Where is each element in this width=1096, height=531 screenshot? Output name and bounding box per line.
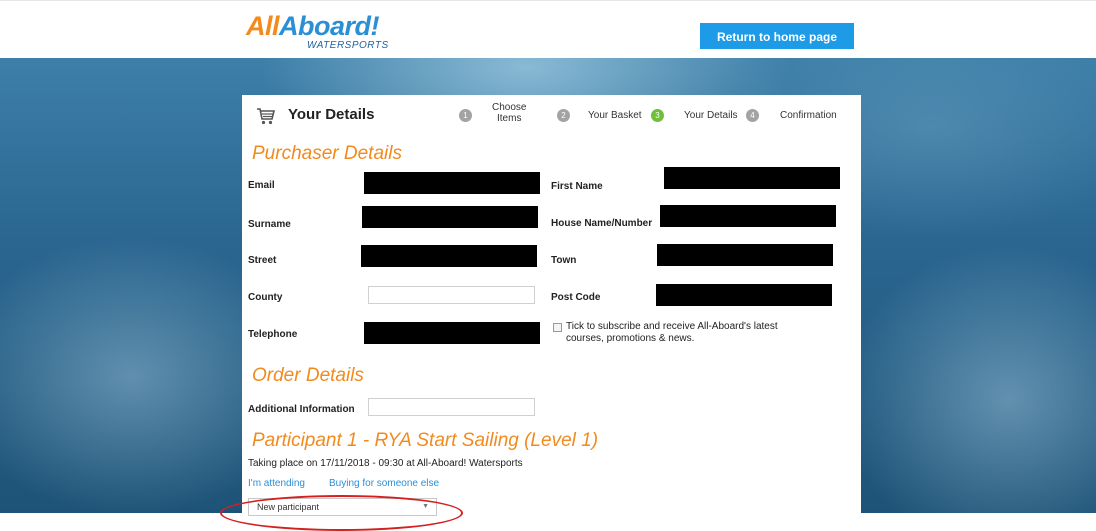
telephone-label: Telephone — [248, 329, 298, 340]
additional-info-input[interactable] — [368, 398, 535, 416]
additional-info-label: Additional Information — [248, 404, 355, 415]
post-code-field-redacted[interactable] — [656, 284, 832, 306]
house-field-redacted[interactable] — [660, 205, 836, 227]
subscribe-label: Tick to subscribe and receive All-Aboard… — [566, 321, 778, 344]
step-4-indicator: 4 — [746, 109, 759, 122]
house-label: House Name/Number — [551, 218, 653, 229]
surname-label: Surname — [248, 219, 291, 230]
participant-heading: Participant 1 - RYA Start Sailing (Level… — [252, 430, 599, 451]
street-field-redacted[interactable] — [361, 245, 537, 267]
shopping-cart-icon — [257, 108, 276, 125]
first-name-label: First Name — [551, 181, 603, 192]
logo-tagline: WATERSPORTS — [307, 40, 389, 51]
surname-field-redacted[interactable] — [362, 206, 538, 228]
step-2-label: Your Basket — [588, 110, 642, 121]
subscribe-checkbox[interactable] — [553, 323, 562, 332]
email-field-redacted[interactable] — [364, 172, 540, 194]
logo-wordmark: AllAboard! — [246, 11, 380, 41]
email-label: Email — [248, 180, 275, 191]
return-home-button[interactable]: Return to home page — [700, 23, 854, 49]
county-label: County — [248, 292, 283, 303]
step-3-label: Your Details — [684, 110, 738, 121]
purchaser-heading: Purchaser Details — [252, 143, 402, 164]
logo[interactable]: AllAboard! WATERSPORTS — [246, 11, 396, 57]
step-1-indicator: 1 — [459, 109, 472, 122]
details-panel: Your Details 1 Choose Items 2 Your Basket… — [242, 95, 861, 516]
street-label: Street — [248, 255, 277, 266]
telephone-field-redacted[interactable] — [364, 322, 540, 344]
someone-else-link[interactable]: Buying for someone else — [329, 478, 439, 489]
step-1-label: Choose Items — [492, 102, 527, 124]
step-4-label: Confirmation — [780, 110, 837, 121]
attending-link[interactable]: I'm attending — [248, 478, 305, 489]
town-label: Town — [551, 255, 577, 266]
top-bar: AllAboard! WATERSPORTS Return to home pa… — [0, 0, 1096, 59]
first-name-field-redacted[interactable] — [664, 167, 840, 189]
annotation-highlight-ellipse — [220, 495, 463, 531]
step-3-indicator: 3 — [651, 109, 664, 122]
post-code-label: Post Code — [551, 292, 601, 303]
county-input[interactable] — [368, 286, 535, 304]
order-heading: Order Details — [252, 365, 364, 386]
participant-info: Taking place on 17/11/2018 - 09:30 at Al… — [248, 458, 523, 469]
step-2-indicator: 2 — [557, 109, 570, 122]
page-title: Your Details — [288, 106, 375, 123]
town-field-redacted[interactable] — [657, 244, 833, 266]
